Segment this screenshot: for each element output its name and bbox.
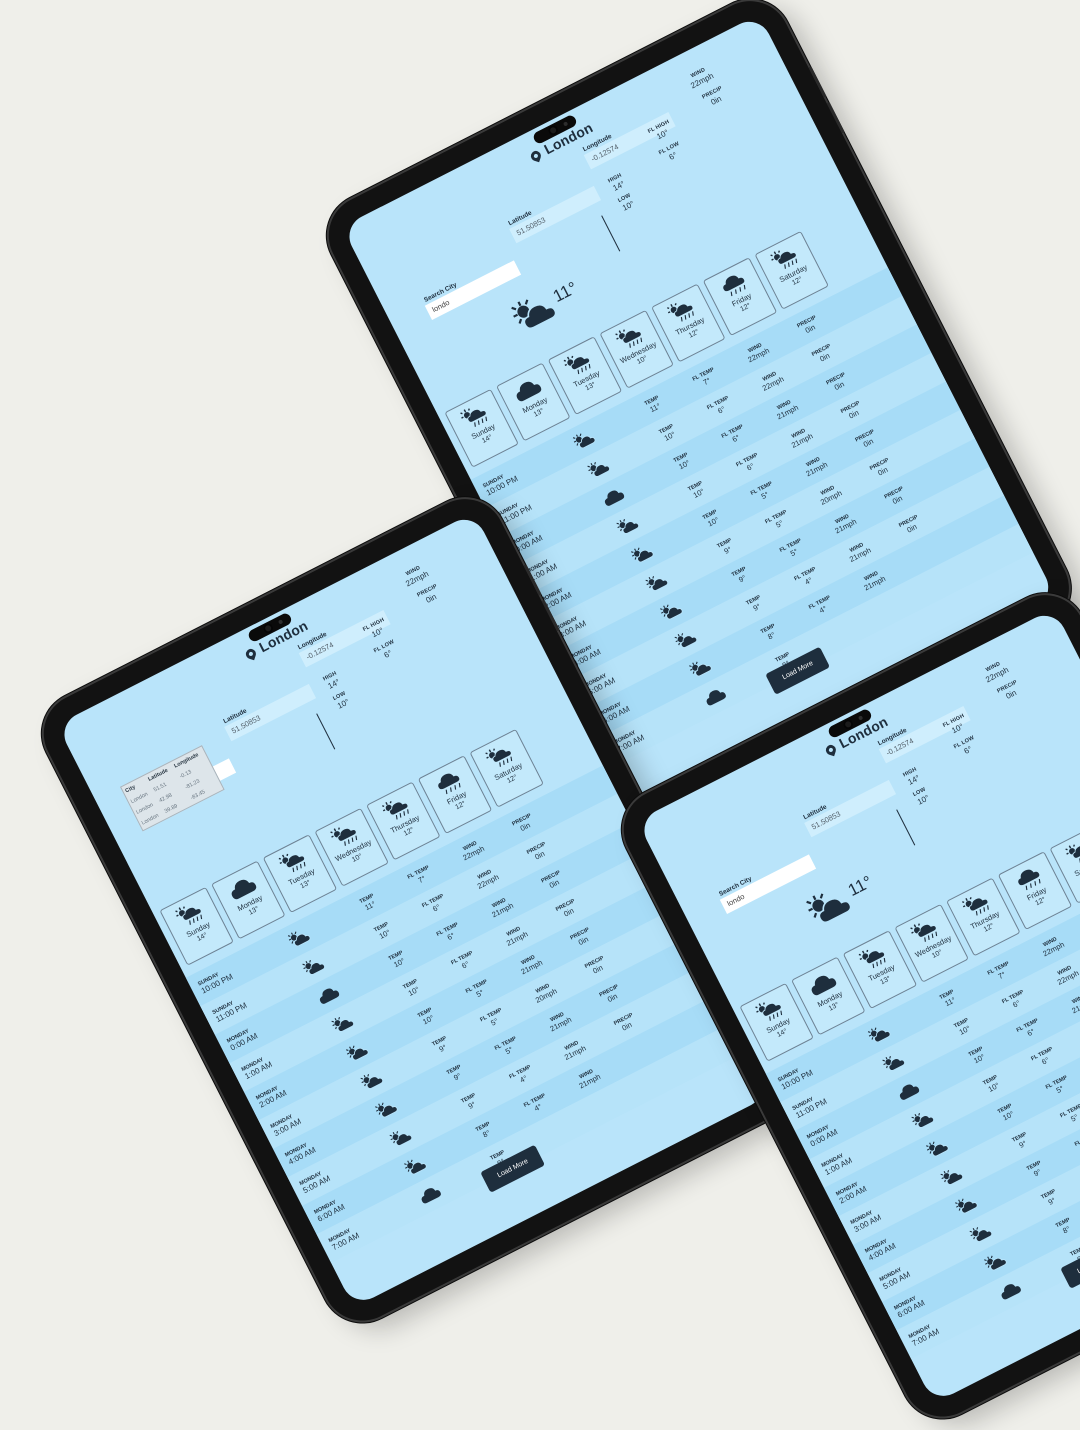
- today-low: LOW 10°: [332, 691, 351, 711]
- location-title: London: [64, 527, 488, 754]
- volume-button: [826, 101, 845, 134]
- header-divider: [896, 809, 916, 846]
- hour-empty-cell: [629, 1067, 681, 1093]
- today-high: HIGH 14°: [322, 670, 342, 691]
- today-fl-low: FL LOW 6°: [373, 639, 400, 663]
- today-precip: PRECIP 0in: [701, 85, 728, 109]
- today-low: LOW 10°: [912, 787, 931, 807]
- hour-empty-cell: [914, 569, 966, 595]
- today-high: HIGH 14°: [607, 172, 627, 193]
- hour-empty-cell: [810, 622, 862, 648]
- hour-empty-cell: [577, 1093, 629, 1119]
- map-pin-icon: [244, 647, 257, 661]
- today-precip: PRECIP 0in: [996, 679, 1023, 703]
- today-precip: PRECIP 0in: [416, 583, 443, 607]
- today-fl-low: FL LOW 6°: [658, 141, 685, 165]
- today-fl-low: FL LOW 6°: [953, 735, 980, 759]
- header-divider: [316, 713, 336, 750]
- location-title: London: [349, 29, 773, 256]
- current-temperature: 11°: [549, 278, 581, 307]
- hour-empty-cell: [862, 595, 914, 621]
- today-high: HIGH 14°: [902, 766, 922, 787]
- map-pin-icon: [529, 149, 542, 163]
- hour-empty-cell: [525, 1120, 577, 1146]
- city-suggestions[interactable]: City Latitude Longitude London 51.51 -0.13 Lon…: [119, 745, 225, 832]
- map-pin-icon: [824, 743, 837, 757]
- current-temperature: 11°: [844, 872, 876, 901]
- header-divider: [601, 215, 621, 252]
- volume-button: [808, 66, 827, 98]
- today-low: LOW 10°: [617, 193, 636, 213]
